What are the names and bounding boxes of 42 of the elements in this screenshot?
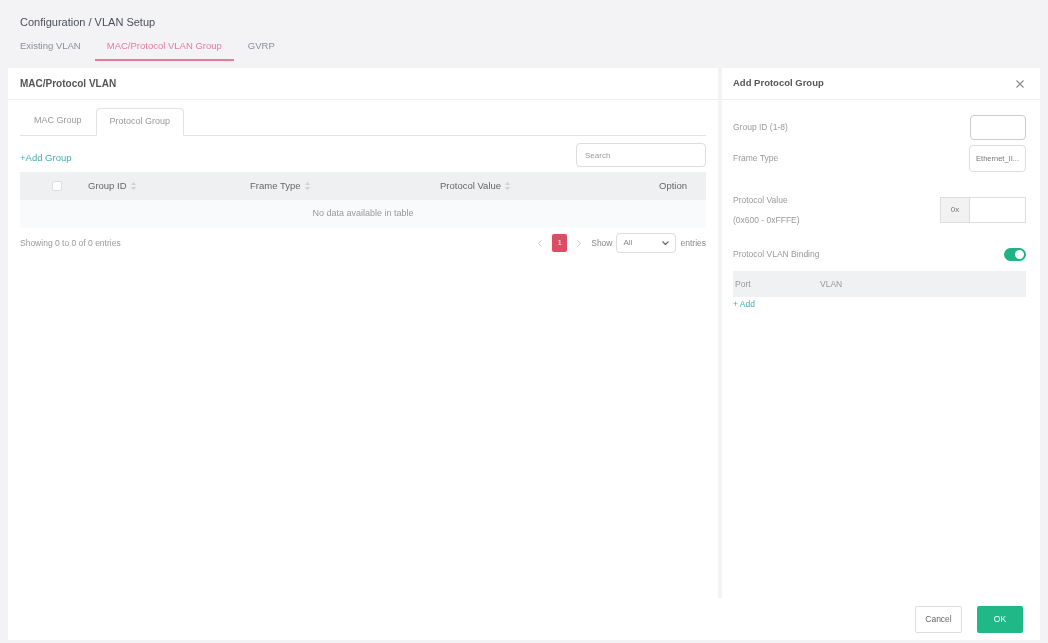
close-icon[interactable] <box>1016 79 1024 88</box>
empty-table-message: No data available in table <box>312 207 414 221</box>
entries-select[interactable]: All <box>616 233 677 253</box>
column-header[interactable]: Group ID <box>88 178 127 194</box>
previous-page-icon[interactable] <box>538 239 543 247</box>
column-header[interactable]: Protocol Value <box>440 178 502 194</box>
input-field[interactable] <box>970 197 1026 223</box>
add-group-link[interactable]: +Add Group <box>20 144 72 166</box>
input-prefix: 0x <box>940 197 970 223</box>
tab[interactable]: GVRP <box>235 39 287 62</box>
tab[interactable]: Protocol Group <box>95 108 185 136</box>
column-header: VLAN <box>820 277 844 291</box>
field-label: Protocol VLAN Binding <box>733 248 820 261</box>
show-label: Show <box>591 236 613 250</box>
column-header: Option <box>659 178 687 193</box>
table-info: Showing 0 to 0 of 0 entries <box>20 236 121 250</box>
ok-button[interactable]: OK <box>977 605 1023 633</box>
input-field[interactable] <box>970 115 1026 140</box>
next-page-icon[interactable] <box>577 239 582 247</box>
search-field[interactable]: Search <box>576 143 706 167</box>
add-link[interactable]: + Add <box>733 298 755 311</box>
sort-icon[interactable] <box>130 182 136 190</box>
field-label: Frame Type <box>733 152 779 165</box>
sort-icon[interactable] <box>505 182 511 190</box>
breadcrumb: Configuration / VLAN Setup <box>20 15 157 30</box>
column-header: Port <box>735 277 752 291</box>
cancel-button[interactable]: Cancel <box>915 605 962 633</box>
column-header[interactable]: Frame Type <box>250 178 301 194</box>
tab[interactable]: MAC/Protocol VLAN Group <box>94 39 234 62</box>
select-all-checkbox[interactable] <box>52 181 62 191</box>
tab[interactable]: MAC Group <box>20 107 96 135</box>
chevron-down-icon <box>662 241 670 245</box>
field-label: Protocol Value <box>733 194 789 207</box>
toggle-switch[interactable] <box>1004 248 1026 261</box>
entries-label: entries <box>680 236 706 250</box>
page-button[interactable]: 1 <box>552 234 568 252</box>
panel-title: Add Protocol Group <box>733 76 824 91</box>
sort-icon[interactable] <box>304 182 310 190</box>
tab[interactable]: Existing VLAN <box>8 39 93 62</box>
panel-title: MAC/Protocol VLAN <box>20 77 117 91</box>
field-label: Group ID (1-8) <box>733 121 788 134</box>
field-hint: (0x600 - 0xFFFE) <box>733 214 800 227</box>
